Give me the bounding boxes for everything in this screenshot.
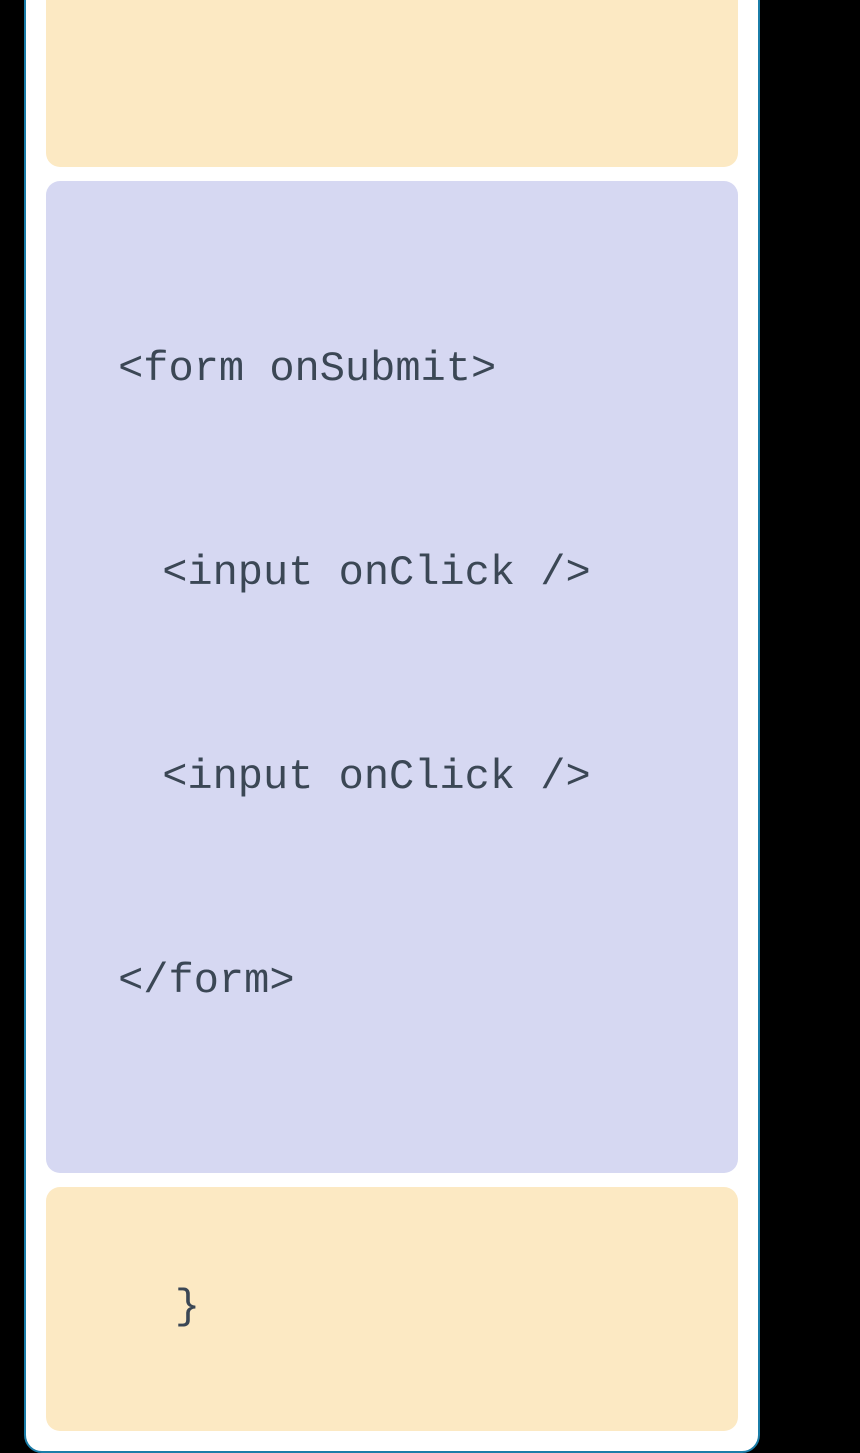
logic-block-bottom: } <box>46 1187 738 1431</box>
code-line: onSubmit() {...} <box>74 0 710 9</box>
code-line: <input onClick /> <box>74 743 710 811</box>
jsx-block: <form onSubmit> <input onClick /> <input… <box>46 181 738 1173</box>
logic-block-top: Form() { onClick() {...} onSubmit() {...… <box>46 0 738 167</box>
code-line: } <box>175 1283 200 1331</box>
code-diagram-card: Form() { onClick() {...} onSubmit() {...… <box>24 0 760 1453</box>
code-line: <input onClick /> <box>74 539 710 607</box>
code-line: <form onSubmit> <box>74 335 710 403</box>
code-line: </form> <box>74 947 710 1015</box>
